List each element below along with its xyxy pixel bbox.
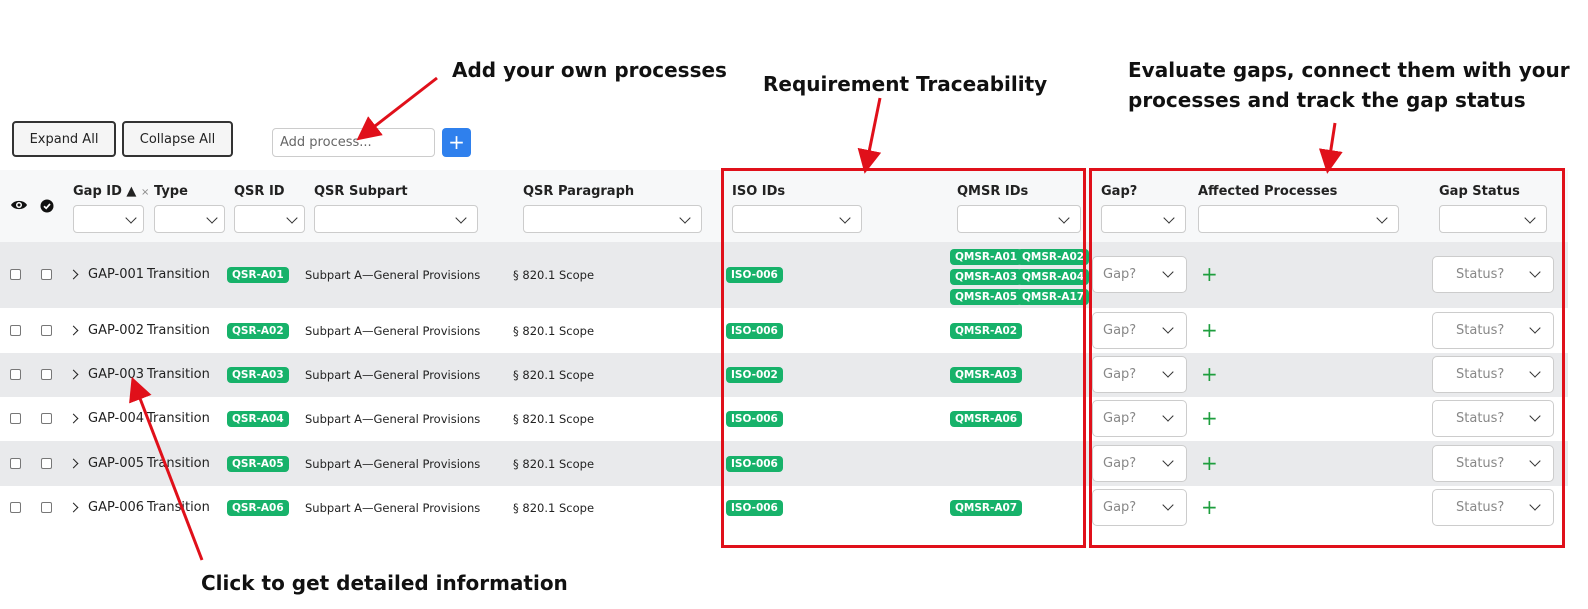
arrow-evaluate: [1318, 122, 1343, 174]
annotation-arrows: [129, 76, 1343, 561]
arrow-click-details: [129, 376, 204, 561]
arrow-traceability: [857, 97, 882, 174]
arrow-add-process: [356, 76, 438, 141]
